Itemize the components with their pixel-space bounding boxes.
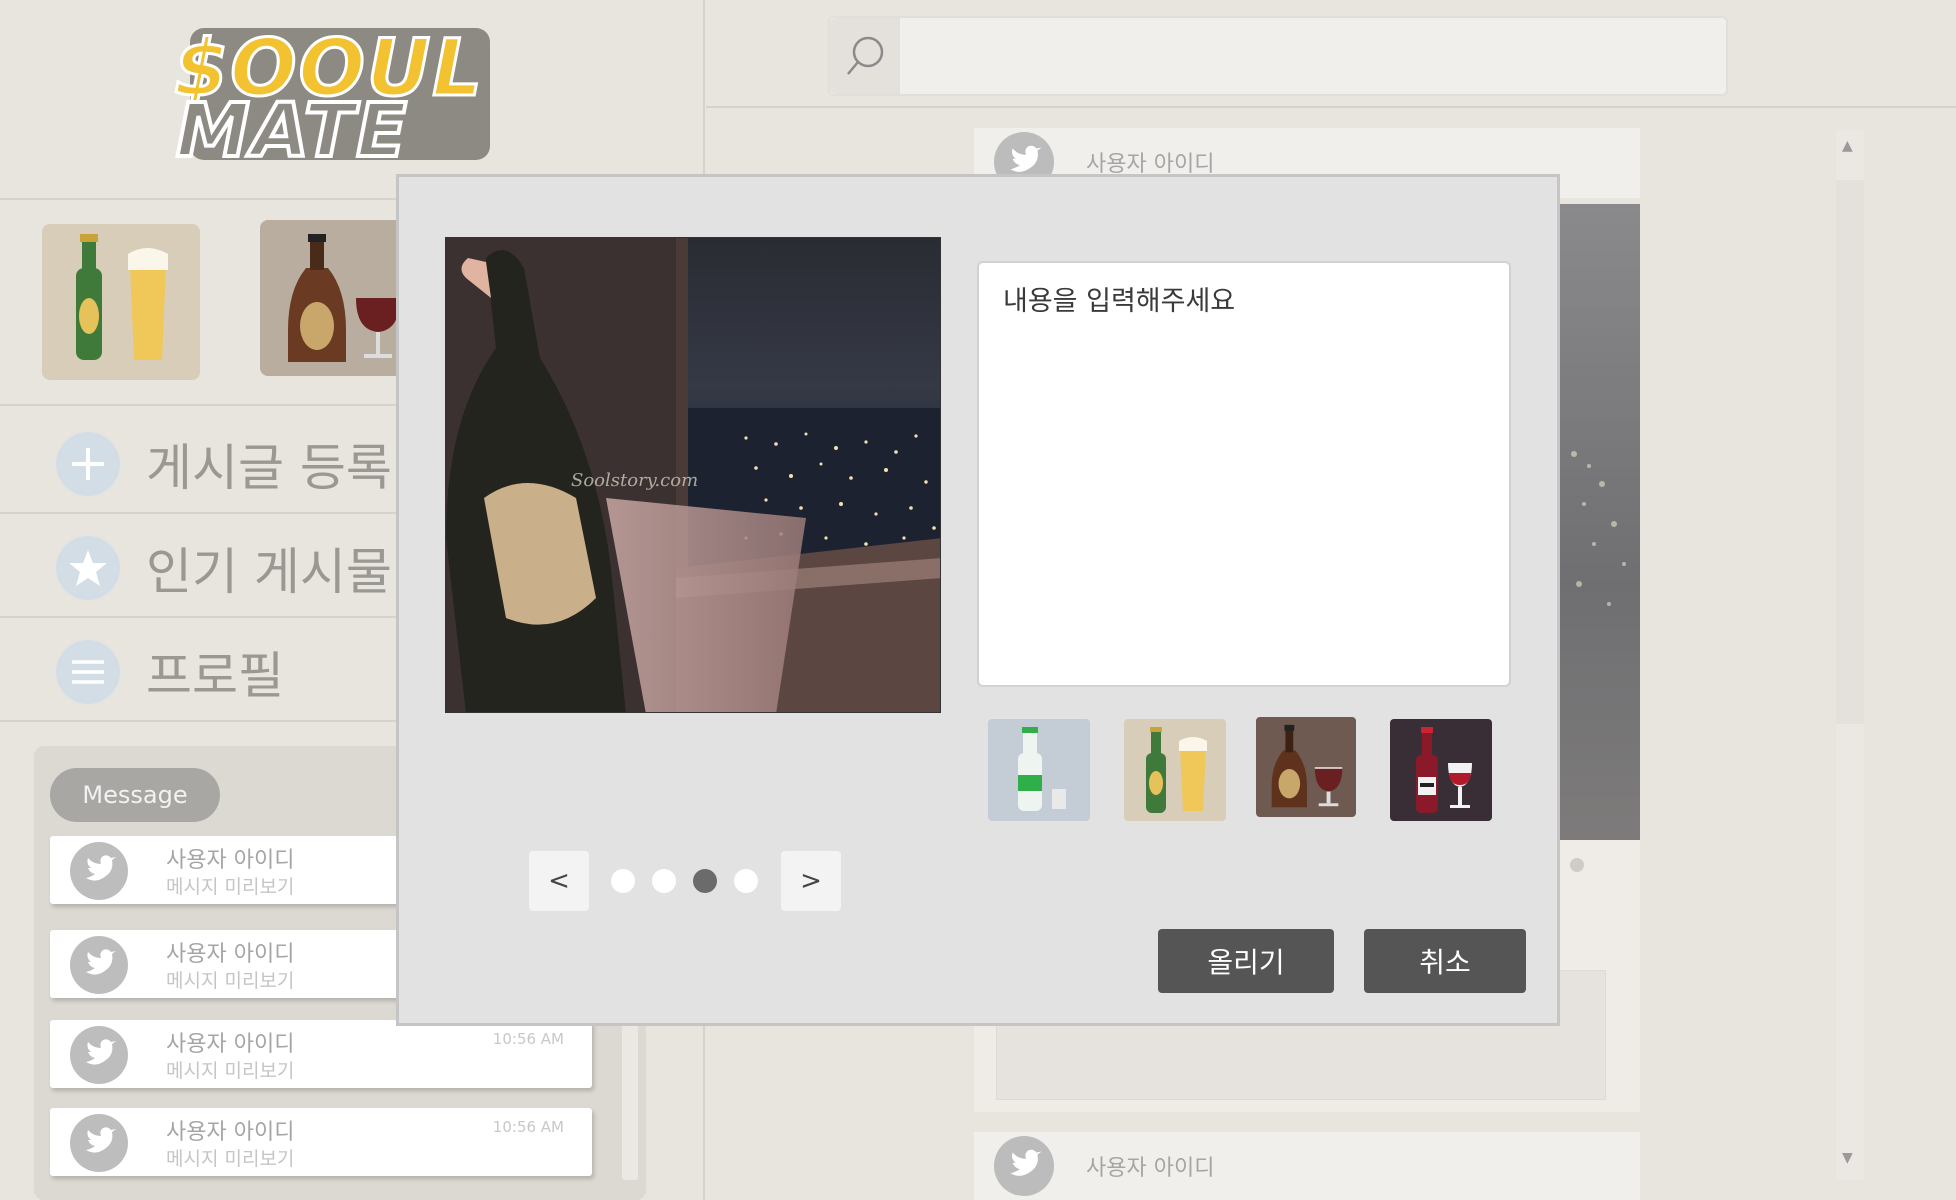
star-icon xyxy=(56,536,120,600)
pager-dot-1[interactable] xyxy=(611,869,635,893)
message-sender: 사용자 아이디 xyxy=(166,848,295,873)
logo-line-2: MATE xyxy=(174,86,409,176)
whiskey-icon xyxy=(1271,724,1343,808)
post-username[interactable]: 사용자 아이디 xyxy=(1086,1150,1214,1182)
create-post-modal: Soolstory.com 내용을 입력해주세요 < > 올리기 취소 xyxy=(396,174,1560,1026)
pager-dot-2[interactable] xyxy=(652,869,676,893)
pager-dot-3-active[interactable] xyxy=(693,869,717,893)
message-sender: 사용자 아이디 xyxy=(166,942,295,967)
post-header: 사용자 아이디 xyxy=(974,1132,1640,1200)
category-beer[interactable] xyxy=(42,224,200,380)
pager-dot-icon xyxy=(1570,858,1584,872)
message-sender: 사용자 아이디 xyxy=(166,1032,295,1057)
twitter-avatar-icon xyxy=(70,842,128,900)
message-time: 10:56 AM xyxy=(492,1030,564,1048)
message-item[interactable]: 사용자 아이디 메시지 미리보기 10:56 AM xyxy=(50,1020,592,1088)
drink-option-wine[interactable] xyxy=(1390,719,1492,821)
plus-icon xyxy=(56,432,120,496)
scroll-down-icon[interactable]: ▼ xyxy=(1842,1150,1853,1166)
search-icon[interactable] xyxy=(830,18,900,94)
feed-scrollbar-thumb[interactable] xyxy=(1836,180,1864,724)
champagne-photo: Soolstory.com xyxy=(446,238,940,712)
category-whiskey[interactable] xyxy=(260,220,418,376)
whiskey-icon xyxy=(288,234,400,362)
twitter-avatar-icon[interactable] xyxy=(994,1136,1054,1196)
nav-item-label: 프로필 xyxy=(146,647,284,705)
upload-preview-image: Soolstory.com xyxy=(445,237,941,713)
twitter-avatar-icon xyxy=(70,936,128,994)
scroll-up-icon[interactable]: ▲ xyxy=(1842,138,1853,154)
submit-post-button[interactable]: 올리기 xyxy=(1158,929,1334,993)
prev-image-button[interactable]: < xyxy=(529,851,589,911)
drink-option-soju[interactable] xyxy=(988,719,1090,821)
next-image-button[interactable]: > xyxy=(781,851,841,911)
soju-icon xyxy=(1018,727,1066,811)
image-watermark: Soolstory.com xyxy=(571,470,698,491)
messages-tab[interactable]: Message xyxy=(50,768,220,822)
app-logo[interactable]: $OOUL MATE xyxy=(172,20,508,176)
nav-item-label: 인기 게시물 xyxy=(146,543,392,601)
twitter-avatar-icon xyxy=(70,1026,128,1084)
twitter-avatar-icon xyxy=(70,1114,128,1172)
feed-scrollbar[interactable]: ▲ ▼ xyxy=(1836,130,1864,1180)
menu-icon xyxy=(56,640,120,704)
search-bar[interactable] xyxy=(828,16,1728,96)
post-content-textarea[interactable] xyxy=(977,261,1511,687)
nav-item-label: 게시글 등록 xyxy=(146,439,392,497)
pager-dot-4[interactable] xyxy=(734,869,758,893)
beer-icon xyxy=(76,234,168,360)
wine-icon xyxy=(1416,727,1472,813)
message-preview: 메시지 미리보기 xyxy=(166,1148,295,1170)
message-item[interactable]: 사용자 아이디 메시지 미리보기 10:56 AM xyxy=(50,1108,592,1176)
message-preview: 메시지 미리보기 xyxy=(166,970,295,992)
feed-divider xyxy=(706,106,1956,108)
message-time: 10:56 AM xyxy=(492,1118,564,1136)
beer-icon xyxy=(1146,727,1207,813)
message-sender: 사용자 아이디 xyxy=(166,1120,295,1145)
cancel-button[interactable]: 취소 xyxy=(1364,929,1526,993)
drink-option-whiskey[interactable] xyxy=(1256,717,1356,817)
message-preview: 메시지 미리보기 xyxy=(166,876,295,898)
drink-option-beer[interactable] xyxy=(1124,719,1226,821)
message-preview: 메시지 미리보기 xyxy=(166,1060,295,1082)
